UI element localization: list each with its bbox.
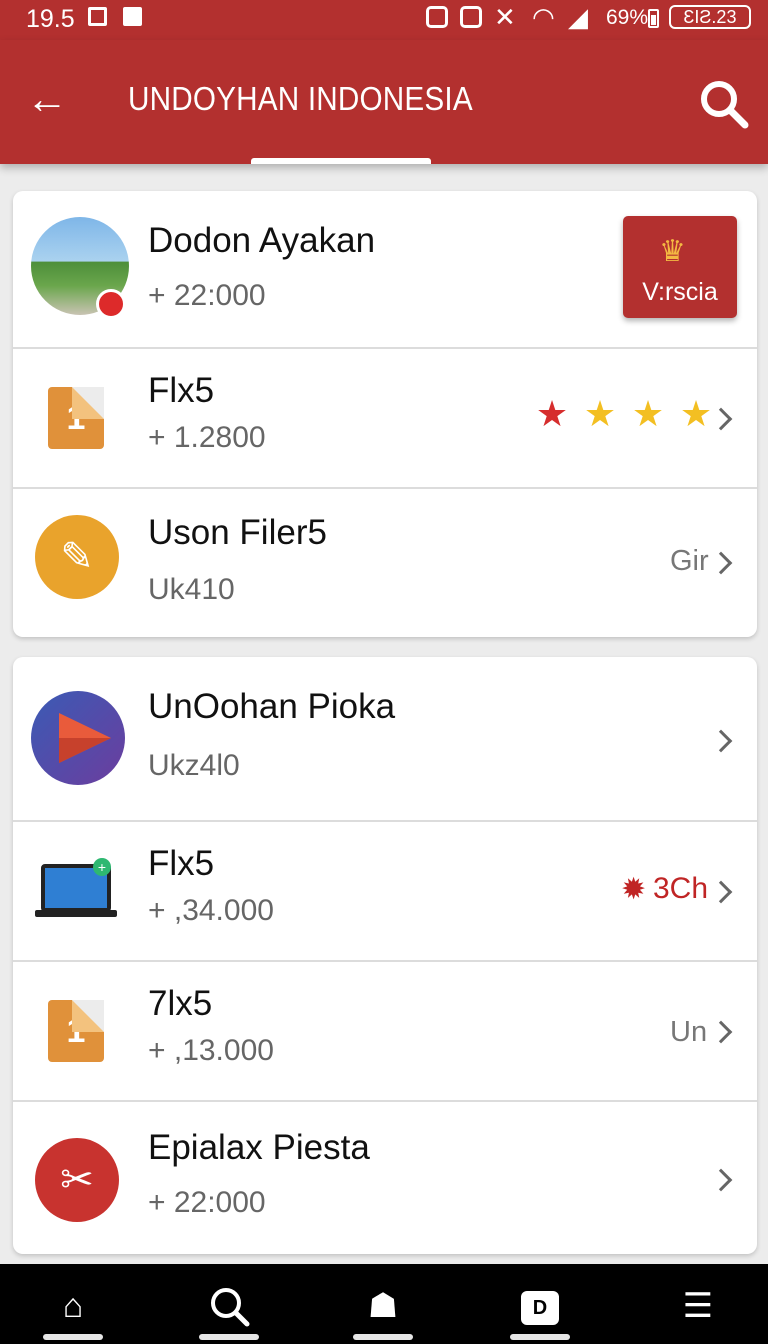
version-button[interactable]: ♛ V:rscia bbox=[623, 216, 737, 318]
play-store-icon bbox=[31, 691, 125, 785]
item-name: Epialax Piesta bbox=[148, 1128, 370, 1167]
list-item[interactable]: ✎ Uson Filer5 Uk410 Gir bbox=[13, 489, 757, 637]
list-item[interactable]: ✂ Epialax Piesta + 22:000 bbox=[13, 1102, 757, 1254]
status-badge-icon bbox=[96, 289, 126, 319]
laptop-base bbox=[35, 910, 117, 917]
d-square-icon[interactable]: D bbox=[521, 1291, 559, 1325]
tool-icon: ✂ bbox=[35, 1138, 119, 1222]
search-icon[interactable] bbox=[204, 1284, 254, 1328]
notification-icon bbox=[88, 7, 107, 26]
mute-icon: ✕ bbox=[494, 2, 516, 32]
search-icon[interactable] bbox=[698, 78, 750, 130]
item-side-label: 3Ch bbox=[653, 872, 709, 905]
item-price: + ,13.000 bbox=[148, 1034, 274, 1067]
item-price: + ,34.000 bbox=[148, 894, 274, 927]
gear-icon: ✹ bbox=[621, 873, 647, 906]
signal-icon: ◢ bbox=[568, 2, 588, 32]
rating-stars: ★ ★ ★ ★ bbox=[528, 393, 720, 435]
list-item[interactable]: Dodon Ayakan + 22:000 ♛ V:rscia bbox=[13, 191, 757, 349]
item-sub: Uk410 bbox=[148, 573, 235, 606]
item-name: Flx5 bbox=[148, 844, 215, 883]
star-icon: ★ bbox=[583, 393, 617, 434]
record-icon bbox=[460, 6, 482, 28]
nav-label bbox=[199, 1334, 259, 1340]
status-bar: 19.5 ✕ ◠ ◢ 69% ƐIƧ.23 bbox=[0, 0, 768, 40]
plus-icon: + bbox=[93, 858, 111, 876]
item-name: 7lx5 bbox=[148, 984, 213, 1023]
item-name: Uson Filer5 bbox=[148, 513, 327, 552]
brush-glyph: ✎ bbox=[60, 535, 94, 579]
star-icon: ★ bbox=[631, 393, 665, 434]
chevron-right-icon bbox=[709, 880, 733, 904]
nav-label bbox=[43, 1334, 103, 1340]
play-triangle-icon bbox=[59, 713, 111, 763]
item-price: + 22:000 bbox=[148, 1186, 266, 1219]
item-name: Dodon Ayakan bbox=[148, 221, 376, 260]
status-clock-box: ƐIƧ.23 bbox=[669, 5, 751, 29]
wifi-icon: ◠ bbox=[532, 2, 555, 32]
chevron-right-icon bbox=[709, 1020, 733, 1044]
list-item[interactable]: 1 7lx5 + ,13.000 Un bbox=[13, 962, 757, 1102]
item-name: Flx5 bbox=[148, 371, 215, 410]
back-arrow-icon[interactable]: ← bbox=[26, 76, 68, 122]
list-item[interactable]: UnOohan Pioka Ukz4l0 bbox=[13, 657, 757, 822]
page-title: UNDOYHAN INDONESIA bbox=[128, 80, 473, 117]
battery-percent: 69% bbox=[606, 6, 649, 29]
crown-icon: ♛ bbox=[659, 235, 686, 268]
nav-label bbox=[510, 1334, 570, 1340]
star-icon: ★ bbox=[535, 393, 569, 434]
tab-indicator bbox=[251, 158, 431, 164]
chevron-right-icon bbox=[709, 1168, 733, 1192]
menu-icon[interactable]: ☰ bbox=[673, 1284, 723, 1328]
item-price: + 22:000 bbox=[148, 279, 266, 312]
battery-icon bbox=[648, 9, 659, 28]
list-card: Dodon Ayakan + 22:000 ♛ V:rscia 1 Flx5 +… bbox=[13, 191, 757, 637]
nav-label bbox=[353, 1334, 413, 1340]
camera-icon bbox=[426, 6, 448, 28]
app-bar: ← UNDOYHAN INDONESIA bbox=[0, 40, 768, 164]
item-name: UnOohan Pioka bbox=[148, 687, 396, 726]
list-item[interactable]: 1 Flx5 + 1.2800 ★ ★ ★ ★ bbox=[13, 349, 757, 489]
document-icon: 1 bbox=[48, 1000, 104, 1062]
brush-icon: ✎ bbox=[35, 515, 119, 599]
chevron-right-icon bbox=[709, 729, 733, 753]
status-time: 19.5 bbox=[26, 5, 75, 33]
house-icon[interactable]: ☗ bbox=[358, 1284, 408, 1328]
tool-glyph: ✂ bbox=[60, 1158, 94, 1202]
chevron-right-icon bbox=[709, 551, 733, 575]
version-button-label: V:rscia bbox=[642, 278, 718, 306]
notification-icon bbox=[123, 7, 142, 26]
item-sub: Ukz4l0 bbox=[148, 749, 240, 782]
home-icon[interactable]: ⌂ bbox=[48, 1284, 98, 1328]
item-side-label: Un bbox=[670, 1016, 708, 1048]
bottom-nav: ⌂ ☗ D ☰ bbox=[0, 1264, 768, 1344]
item-price: + 1.2800 bbox=[148, 421, 266, 454]
list-item[interactable]: + Flx5 + ,34.000 ✹ 3Ch bbox=[13, 822, 757, 962]
item-side-label: Gir bbox=[670, 545, 709, 577]
document-icon: 1 bbox=[48, 387, 104, 449]
list-card: UnOohan Pioka Ukz4l0 + Flx5 + ,34.000 ✹ … bbox=[13, 657, 757, 1254]
